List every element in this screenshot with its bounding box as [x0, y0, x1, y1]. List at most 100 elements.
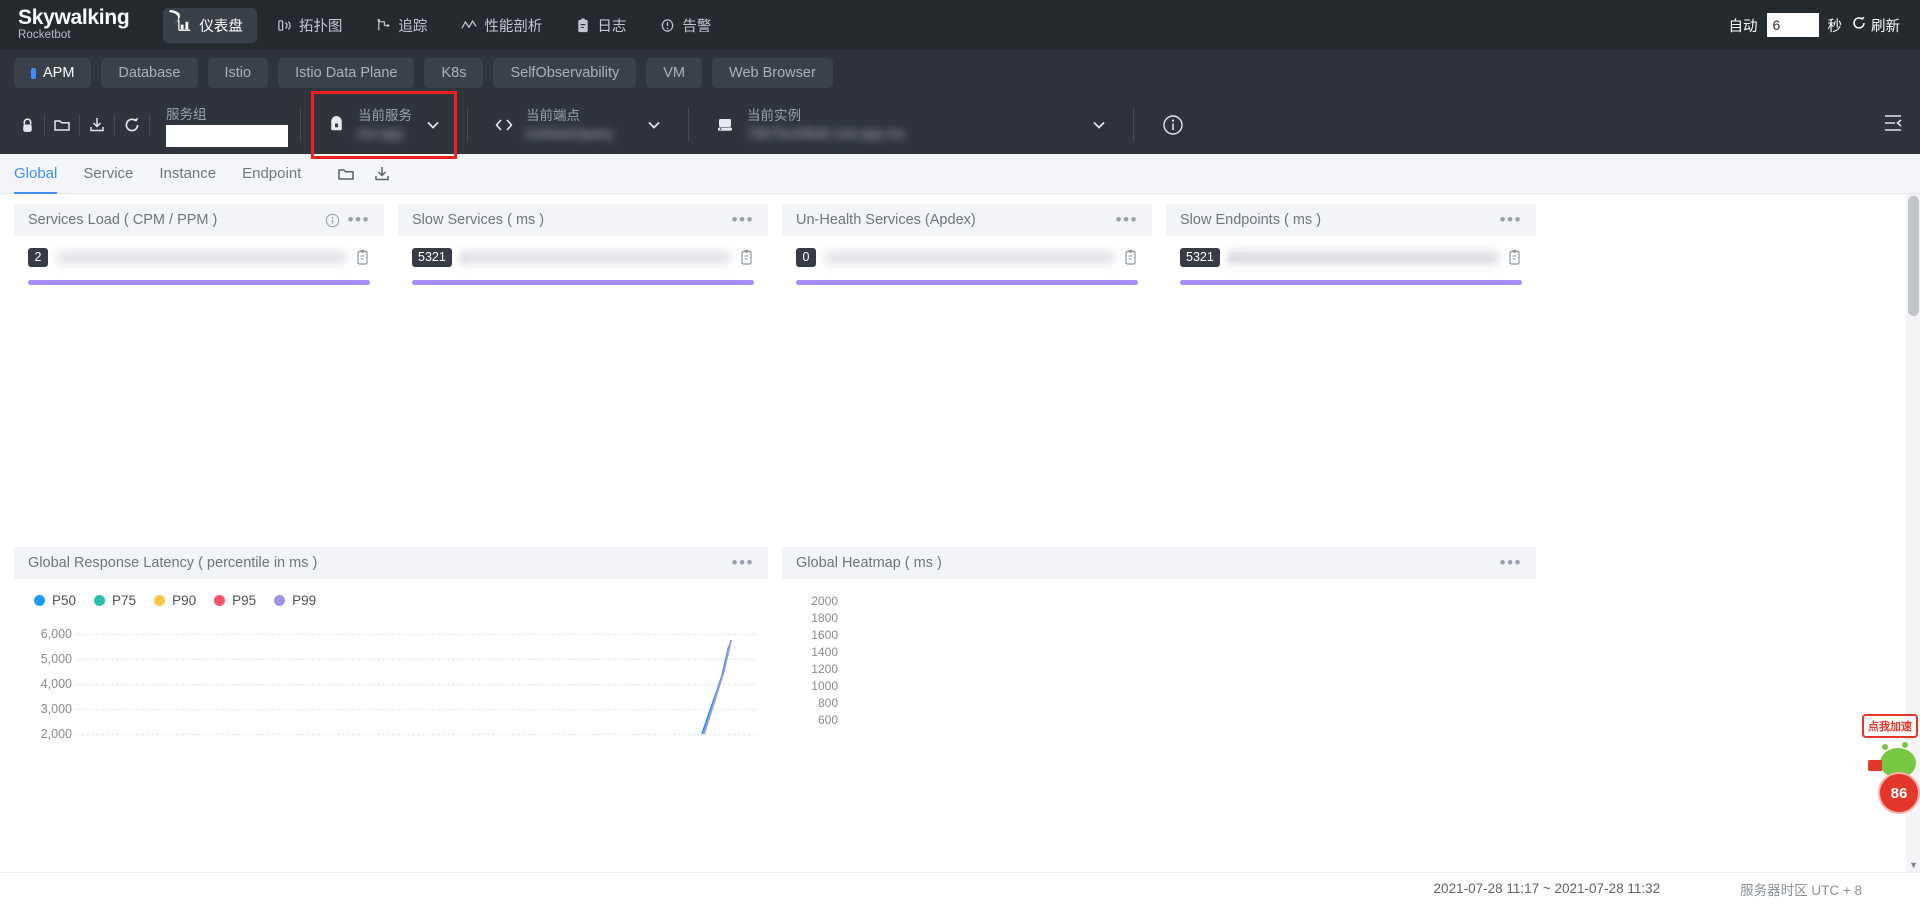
instance-icon — [715, 116, 735, 134]
auto-refresh-interval-input[interactable] — [1766, 13, 1819, 37]
chevron-down-icon[interactable] — [1091, 117, 1107, 133]
current-endpoint-selector[interactable]: 当前端点 ixs/base/query — [480, 96, 676, 154]
subtab-global[interactable]: Global — [14, 154, 58, 194]
rank-item-name: i — [460, 251, 730, 264]
nav-item-log[interactable]: 日志 — [562, 8, 640, 43]
scroll-down-arrow-icon[interactable]: ▼ — [1909, 860, 1918, 870]
current-instance-selector[interactable]: 当前实例 79b79c438afc.inst.app.ms — [701, 96, 1121, 154]
refresh-label: 刷新 — [1871, 18, 1900, 35]
tab-apm-label: APM — [43, 65, 75, 81]
y-axis-tick: 1600 — [811, 628, 838, 642]
current-instance-label: 当前实例 — [747, 108, 801, 123]
lock-icon[interactable] — [10, 108, 44, 142]
y-axis-tick: 1000 — [811, 679, 838, 693]
current-service-selector[interactable]: 当前服务 ms-app — [311, 90, 457, 159]
card-menu-icon[interactable]: ••• — [1500, 554, 1522, 571]
chart-latency-series — [701, 639, 732, 735]
subtab-endpoint-label: Endpoint — [242, 165, 302, 182]
tab-istio[interactable]: Istio — [207, 58, 269, 88]
tab-k8s[interactable]: K8s — [424, 58, 484, 88]
auto-refresh-controls: 自动 秒 刷新 — [1728, 0, 1900, 50]
nav-item-trace[interactable]: 追踪 — [362, 8, 441, 43]
info-icon[interactable] — [1162, 114, 1184, 136]
rank-bar — [796, 280, 1138, 285]
content-scrollbar[interactable]: ▲ ▼ — [1906, 194, 1920, 872]
card-services-load-title: Services Load ( CPM / PPM ) — [28, 212, 218, 228]
copy-icon[interactable] — [1507, 249, 1522, 266]
subtab-service[interactable]: Service — [83, 154, 133, 194]
card-slow-endpoints-title: Slow Endpoints ( ms ) — [1180, 212, 1322, 228]
toolbar-divider — [467, 108, 468, 142]
reload-icon[interactable] — [115, 108, 149, 142]
service-group-field: 服务组 — [166, 96, 288, 154]
chevron-down-icon[interactable] — [646, 117, 662, 133]
card-menu-icon[interactable]: ••• — [1116, 211, 1138, 228]
nav-item-alarm[interactable]: 告警 — [646, 8, 725, 43]
folder-icon[interactable] — [337, 165, 355, 183]
legend-color-swatch — [274, 595, 286, 606]
legend-item-p99[interactable]: P99 — [274, 593, 316, 608]
service-group-input[interactable] — [166, 124, 288, 147]
dashboard-toolbar: 服务组 当前服务 ms-app 当前端点 ixs/base/query 当前实例… — [0, 90, 1920, 159]
brand-name: Skywalking — [18, 6, 130, 29]
copy-icon[interactable] — [355, 249, 370, 266]
tab-apm[interactable]: APM — [14, 58, 92, 88]
y-axis-tick: 800 — [817, 696, 838, 710]
rank-item-name — [825, 251, 1114, 264]
endpoint-icon — [494, 116, 514, 134]
auto-label: 自动 — [1728, 18, 1758, 35]
nav-item-profile-label: 性能剖析 — [484, 18, 543, 35]
status-bar: 2021-07-28 11:17 ~ 2021-07-28 11:32 服务器时… — [0, 872, 1920, 904]
tab-web-browser[interactable]: Web Browser — [712, 58, 833, 88]
card-menu-icon[interactable]: ••• — [732, 554, 754, 571]
nav-item-profile[interactable]: 性能剖析 — [447, 8, 556, 43]
download-icon[interactable] — [80, 108, 114, 142]
refresh-button[interactable]: 刷新 — [1851, 15, 1900, 36]
legend-label: P95 — [232, 593, 257, 608]
folder-icon[interactable] — [45, 108, 79, 142]
tab-istio-data-plane-label: Istio Data Plane — [295, 65, 398, 81]
copy-icon[interactable] — [1123, 249, 1138, 266]
card-unhealth-services-title: Un-Health Services (Apdex) — [796, 212, 976, 228]
tab-istio-data-plane[interactable]: Istio Data Plane — [278, 58, 415, 88]
copy-icon[interactable] — [739, 249, 754, 266]
rank-row[interactable]: 5321 i — [1180, 248, 1522, 267]
nav-item-topology[interactable]: 拓扑图 — [263, 8, 357, 43]
legend-item-p95[interactable]: P95 — [214, 593, 256, 608]
legend-item-p75[interactable]: P75 — [94, 593, 136, 608]
chart-global-heatmap: Global Heatmap ( ms ) ••• 2000 1800 1600… — [782, 547, 1536, 769]
nav-item-alarm-label: 告警 — [682, 18, 712, 35]
info-icon[interactable] — [325, 213, 340, 228]
card-menu-icon[interactable]: ••• — [348, 211, 370, 228]
rank-row[interactable]: 0 — [796, 248, 1138, 267]
chevron-down-icon[interactable] — [425, 117, 441, 133]
subtab-instance[interactable]: Instance — [159, 154, 216, 194]
chart-latency-title: Global Response Latency ( percentile in … — [28, 555, 318, 571]
card-menu-icon[interactable]: ••• — [732, 211, 754, 228]
card-unhealth-services-body: 0 — [782, 236, 1152, 285]
rank-row[interactable]: 5321 i — [412, 248, 754, 267]
legend-item-p50[interactable]: P50 — [34, 593, 76, 608]
subtab-service-label: Service — [83, 165, 134, 182]
scrollbar-thumb[interactable] — [1908, 196, 1919, 316]
tab-selfobservability[interactable]: SelfObservability — [493, 58, 637, 88]
collapse-panel-icon — [1882, 112, 1904, 139]
download-icon[interactable] — [373, 165, 391, 183]
subtab-endpoint[interactable]: Endpoint — [242, 154, 301, 194]
panel-collapse-button[interactable] — [1882, 96, 1904, 154]
y-axis-tick: 1400 — [811, 645, 838, 659]
card-unhealth-services: Un-Health Services (Apdex) ••• 0 — [782, 204, 1152, 285]
app-logo[interactable]: Skywalking Rocketbot — [18, 6, 130, 43]
tab-database[interactable]: Database — [101, 58, 198, 88]
card-menu-icon[interactable]: ••• — [1500, 211, 1522, 228]
legend-color-swatch — [214, 595, 226, 606]
chart-latency-plot: 6,000 5,000 4,000 3,000 2,000 — [14, 616, 768, 741]
nav-item-log-label: 日志 — [597, 18, 627, 35]
card-slow-services-header: Slow Services ( ms ) ••• — [398, 204, 768, 236]
legend-label: P75 — [112, 593, 137, 608]
brand-subtitle: Rocketbot — [18, 29, 71, 41]
tab-vm[interactable]: VM — [646, 58, 703, 88]
legend-item-p90[interactable]: P90 — [154, 593, 196, 608]
rank-value-badge: 5321 — [1180, 248, 1220, 267]
rank-row[interactable]: 2 — [28, 248, 370, 267]
